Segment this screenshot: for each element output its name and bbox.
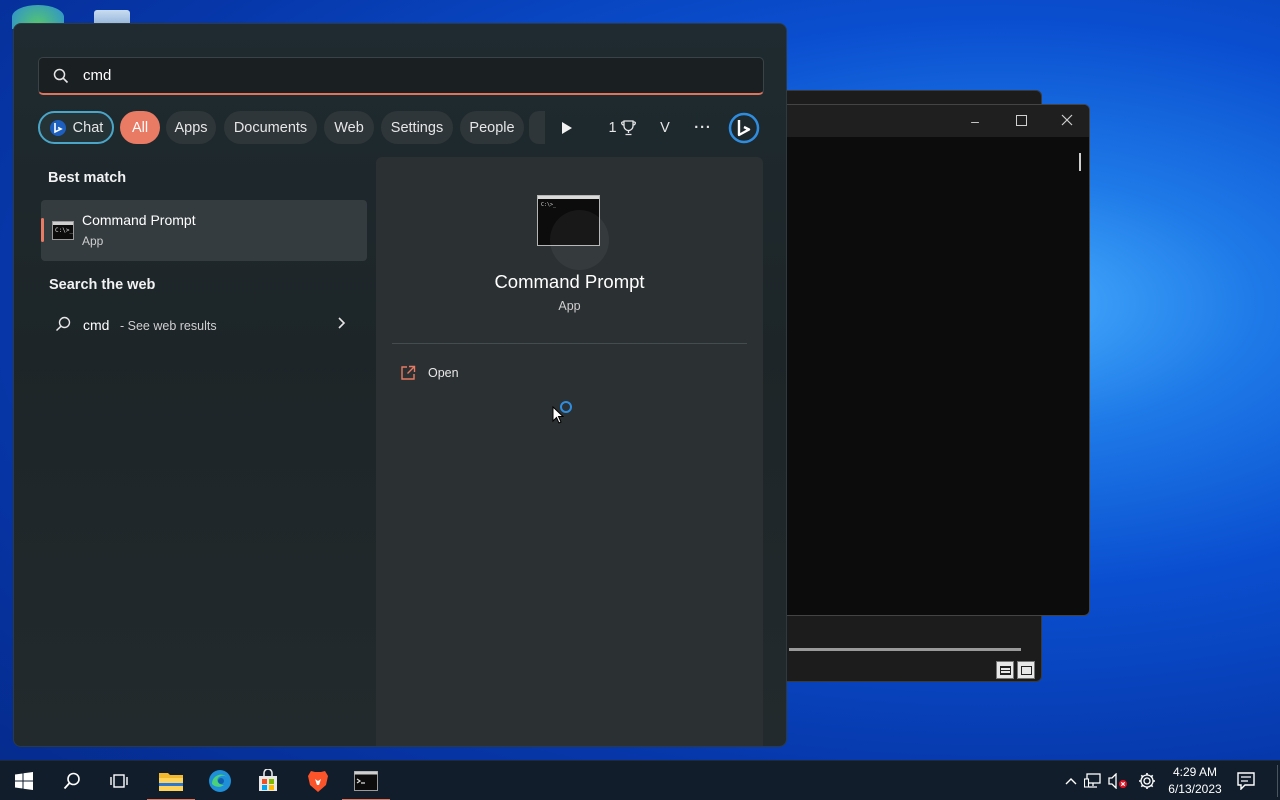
command-prompt-icon: C:\>_ (52, 221, 74, 240)
documents-filter-button[interactable]: Documents (224, 111, 317, 144)
apps-filter-label: Apps (174, 119, 208, 136)
maximize-icon[interactable] (1003, 110, 1039, 132)
chat-filter-button[interactable]: Chat (38, 111, 114, 144)
result-details-pane: C:\>_ Command Prompt App Open (376, 157, 763, 746)
clock-date: 6/13/2023 (1168, 782, 1222, 796)
chat-filter-label: Chat (72, 119, 104, 136)
console-titlebar[interactable]: – (781, 105, 1089, 137)
account-avatar-button[interactable]: V (652, 111, 678, 144)
search-icon (39, 68, 83, 84)
console-scroll-thumb[interactable] (1079, 153, 1081, 171)
windows-start-icon[interactable] (0, 761, 48, 800)
web-filter-button[interactable]: Web (324, 111, 374, 144)
bing-icon (49, 119, 66, 136)
search-box[interactable] (38, 57, 764, 95)
search-panel: Chat All Apps Documents Web Settings Peo… (13, 23, 787, 747)
brave-browser-icon[interactable] (294, 761, 342, 800)
system-tray (1062, 761, 1164, 800)
people-filter-label: People (469, 119, 515, 136)
bing-logo-icon (728, 112, 760, 143)
horizontal-scrollbar[interactable] (789, 648, 1021, 651)
show-hidden-icons-icon[interactable] (1062, 777, 1080, 785)
search-web-heading: Search the web (49, 277, 156, 293)
search-icon (55, 316, 71, 337)
web-search-result[interactable]: cmd - See web results (41, 313, 367, 339)
preview-view-icon[interactable] (1017, 661, 1035, 679)
more-filters-partial[interactable] (529, 111, 545, 144)
apps-filter-button[interactable]: Apps (166, 111, 216, 144)
open-action-label: Open (428, 366, 459, 380)
all-filter-label: All (131, 119, 149, 136)
open-external-icon (401, 365, 416, 380)
chevron-right-icon[interactable] (337, 316, 347, 335)
scroll-filters-right-icon[interactable] (552, 111, 582, 144)
details-view-icon[interactable] (996, 661, 1014, 679)
trophy-icon (620, 119, 636, 135)
network-icon[interactable] (1080, 773, 1106, 789)
bing-chat-button[interactable] (727, 111, 761, 144)
taskbar-clock[interactable]: 4:29 AM 6/13/2023 (1164, 764, 1226, 798)
all-filter-button[interactable]: All (120, 111, 160, 144)
show-desktop-button[interactable] (1277, 765, 1278, 797)
rewards-points-button[interactable]: 1 (604, 111, 640, 144)
best-match-heading: Best match (48, 170, 127, 186)
best-match-type: App (82, 234, 104, 248)
web-filter-label: Web (334, 119, 364, 136)
clock-time: 4:29 AM (1172, 765, 1218, 779)
more-options-icon: ··· (694, 119, 712, 136)
edge-browser-icon[interactable] (196, 761, 244, 800)
close-icon[interactable] (1049, 110, 1085, 132)
best-match-result[interactable]: C:\>_ Command Prompt App (41, 200, 367, 261)
file-explorer-icon[interactable] (147, 761, 195, 800)
minimize-icon[interactable]: – (957, 110, 993, 132)
web-search-query: cmd (83, 317, 110, 333)
search-input[interactable] (83, 67, 683, 84)
command-prompt-large-icon: C:\>_ (537, 195, 609, 270)
open-action-button[interactable]: Open (400, 362, 550, 384)
details-divider (392, 343, 747, 344)
console-window: – (780, 104, 1090, 616)
documents-filter-label: Documents (233, 119, 308, 136)
details-app-type: App (558, 299, 581, 313)
web-search-suffix: - See web results (120, 319, 217, 333)
best-match-name: Command Prompt (82, 212, 196, 228)
filter-bar: Chat All Apps Documents Web Settings Peo… (38, 111, 764, 145)
more-options-button[interactable]: ··· (688, 111, 718, 144)
settings-filter-button[interactable]: Settings (381, 111, 453, 144)
command-prompt-taskbar-icon[interactable] (342, 761, 390, 800)
search-icon[interactable] (48, 761, 96, 800)
taskbar: 4:29 AM 6/13/2023 (0, 760, 1280, 800)
settings-filter-label: Settings (390, 119, 444, 136)
notifications-icon[interactable] (1224, 761, 1268, 800)
microsoft-store-icon[interactable] (244, 761, 292, 800)
selection-indicator (41, 218, 44, 242)
people-filter-button[interactable]: People (460, 111, 524, 144)
mouse-pointer-icon (552, 405, 565, 429)
volume-muted-icon[interactable] (1106, 773, 1130, 789)
avatar-initial: V (660, 119, 670, 136)
settings-gear-icon[interactable] (1130, 772, 1164, 790)
task-view-icon[interactable] (96, 761, 144, 800)
rewards-points-count: 1 (608, 119, 617, 136)
details-app-name: Command Prompt (494, 271, 645, 292)
